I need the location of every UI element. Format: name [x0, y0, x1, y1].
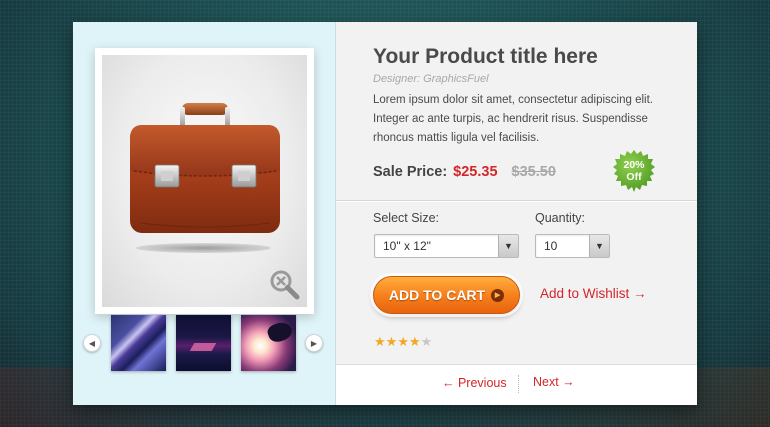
star-empty-icon[interactable]: ★	[421, 334, 433, 349]
chevron-left-icon[interactable]: ◀	[83, 334, 101, 352]
product-image-frame	[102, 55, 307, 307]
product-card: ◀ ▶ Your Product title here Designer: Gr…	[73, 22, 697, 405]
thumbnail-2[interactable]	[176, 315, 231, 371]
main-product-image[interactable]	[95, 48, 314, 314]
bag-shadow	[136, 243, 271, 253]
section-divider	[336, 200, 697, 201]
original-price: $35.50	[511, 164, 556, 180]
previous-link[interactable]: ← Previous	[442, 376, 507, 390]
size-label: Select Size:	[373, 211, 440, 225]
price-row: Sale Price: $25.35 $35.50	[373, 164, 556, 180]
thumbnail-strip: ◀ ▶	[83, 315, 326, 371]
pagination-footer: ← Previous Next →	[336, 364, 697, 405]
star-filled-icon[interactable]: ★	[374, 334, 386, 349]
size-select-value: 10" x 12"	[383, 239, 431, 253]
size-select[interactable]: 10" x 12" ▼	[374, 234, 519, 258]
star-filled-icon[interactable]: ★	[386, 334, 398, 349]
add-to-wishlist-link[interactable]: Add to Wishlist →	[540, 286, 647, 301]
discount-badge: 20% Off	[613, 150, 655, 192]
details-panel: Your Product title here Designer: Graphi…	[336, 22, 697, 405]
quantity-select[interactable]: 10 ▼	[535, 234, 610, 258]
add-to-cart-button[interactable]: ADD TO CART ▶	[373, 276, 520, 314]
sale-price: $25.35	[453, 164, 498, 180]
gallery-panel: ◀ ▶	[73, 22, 336, 405]
star-filled-icon[interactable]: ★	[397, 334, 409, 349]
designer-credit: Designer: GraphicsFuel	[373, 73, 489, 85]
zoom-out-icon[interactable]	[269, 269, 301, 301]
sale-price-label: Sale Price:	[373, 164, 448, 180]
chevron-right-icon[interactable]: ▶	[305, 334, 323, 352]
briefcase-image	[130, 103, 280, 233]
badge-off: Off	[626, 171, 642, 183]
chevron-down-icon[interactable]: ▼	[589, 235, 609, 257]
add-to-cart-label: ADD TO CART	[388, 287, 486, 303]
thumbnail-3[interactable]	[241, 315, 296, 371]
play-arrow-icon: ▶	[491, 288, 505, 302]
pagination-separator	[518, 375, 519, 393]
badge-percent: 20%	[623, 159, 645, 171]
star-rating[interactable]: ★★★★★	[374, 334, 432, 350]
next-link[interactable]: Next →	[533, 375, 575, 389]
quantity-label: Quantity:	[535, 211, 586, 225]
quantity-select-value: 10	[544, 239, 558, 253]
chevron-down-icon[interactable]: ▼	[498, 235, 518, 257]
star-filled-icon[interactable]: ★	[409, 334, 421, 349]
product-description: Lorem ipsum dolor sit amet, consectetur …	[373, 94, 653, 144]
thumbnail-1[interactable]	[111, 315, 166, 371]
product-title: Your Product title here	[373, 45, 598, 68]
